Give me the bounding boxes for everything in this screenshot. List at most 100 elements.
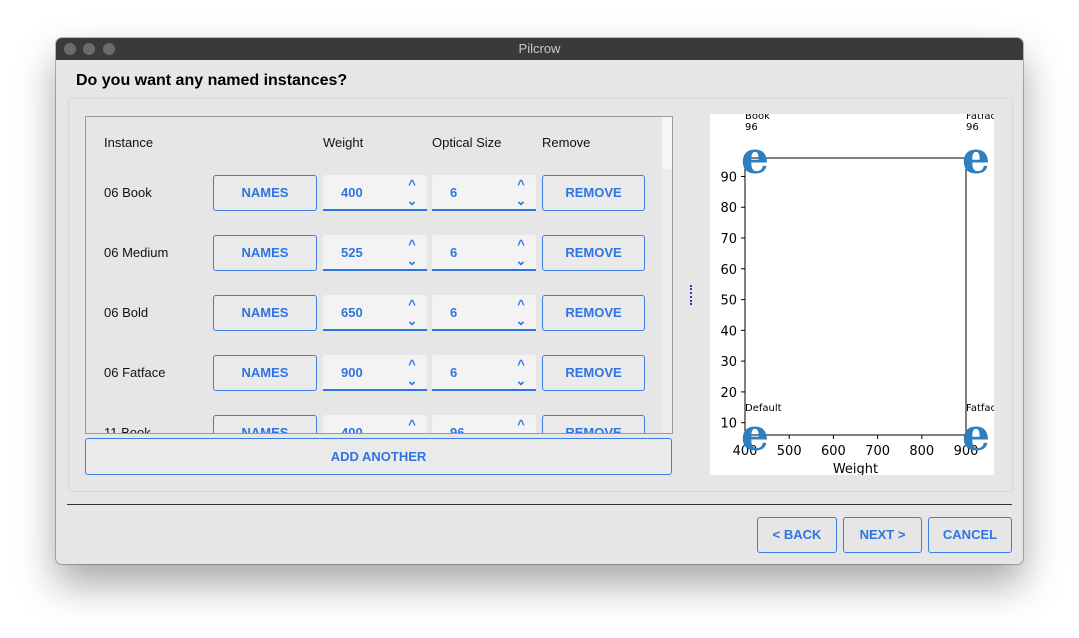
instance-name: 06 Bold [104, 305, 149, 320]
instances-list[interactable]: Instance Weight Optical Size Remove 06 B… [85, 116, 673, 434]
instance-row: 06 Book NAMES 400 ^ ⌄ 6 ^ ⌄ REMOVE [86, 175, 662, 211]
chevron-down-icon[interactable]: ⌄ [514, 374, 528, 388]
header-instance: Instance [104, 135, 154, 150]
x-tick-label: 600 [821, 444, 846, 459]
x-tick-label: 800 [909, 444, 934, 459]
weight-value: 400 [341, 425, 363, 434]
weight-spinbox[interactable]: 400 ^ ⌄ [323, 415, 427, 434]
chevron-up-icon[interactable]: ^ [405, 238, 419, 252]
chevron-up-icon[interactable]: ^ [405, 298, 419, 312]
instance-row: 06 Medium NAMES 525 ^ ⌄ 6 ^ ⌄ REMOVE [86, 235, 662, 271]
chevron-up-icon[interactable]: ^ [514, 298, 528, 312]
page-heading: Do you want any named instances? [76, 72, 348, 89]
header-remove: Remove [542, 135, 591, 150]
names-button[interactable]: NAMES [213, 295, 317, 331]
weight-spinbox[interactable]: 900 ^ ⌄ [323, 355, 427, 391]
weight-spinbox[interactable]: 400 ^ ⌄ [323, 175, 427, 211]
y-tick-label: 20 [720, 386, 737, 401]
optical-size-value: 6 [450, 365, 458, 380]
app-window: Pilcrow Do you want any named instances?… [56, 38, 1023, 564]
minimize-window-button[interactable] [83, 43, 95, 55]
weight-value: 400 [341, 185, 363, 200]
y-tick-label: 90 [720, 170, 737, 185]
x-tick-label: 700 [865, 444, 890, 459]
instance-name: 06 Fatface [104, 365, 166, 380]
point-label: Book [745, 114, 770, 122]
chevron-up-icon[interactable]: ^ [514, 418, 528, 432]
optical-size-spinbox[interactable]: 6 ^ ⌄ [432, 355, 536, 391]
cancel-button[interactable]: CANCEL [928, 517, 1012, 553]
next-button[interactable]: NEXT > [843, 517, 922, 553]
chevron-down-icon[interactable]: ⌄ [405, 374, 419, 388]
weight-value: 900 [341, 365, 363, 380]
weight-value: 650 [341, 305, 363, 320]
y-tick-label: 50 [720, 294, 737, 309]
header-weight: Weight [323, 135, 364, 150]
add-another-button[interactable]: ADD ANOTHER [85, 438, 672, 475]
chevron-up-icon[interactable]: ^ [405, 418, 419, 432]
chevron-down-icon[interactable]: ⌄ [514, 194, 528, 208]
remove-button[interactable]: REMOVE [542, 415, 645, 433]
optical-size-spinbox[interactable]: 6 ^ ⌄ [432, 175, 536, 211]
names-button[interactable]: NAMES [213, 355, 317, 391]
remove-button[interactable]: REMOVE [542, 295, 645, 331]
remove-button[interactable]: REMOVE [542, 175, 645, 211]
point-sublabel: 96 [966, 122, 979, 133]
optical-size-value: 6 [450, 185, 458, 200]
weight-spinbox[interactable]: 525 ^ ⌄ [323, 235, 427, 271]
vertical-scrollbar[interactable] [662, 117, 672, 433]
chevron-up-icon[interactable]: ^ [405, 178, 419, 192]
footer-divider [67, 504, 1012, 505]
chevron-up-icon[interactable]: ^ [514, 358, 528, 372]
instance-row: 11 Book NAMES 400 ^ ⌄ 96 ^ ⌄ REMOVE [86, 415, 662, 434]
instance-name: 06 Book [104, 185, 152, 200]
chevron-up-icon[interactable]: ^ [405, 358, 419, 372]
scrollbar-thumb[interactable] [662, 117, 672, 169]
chevron-down-icon[interactable]: ⌄ [514, 314, 528, 328]
instance-row: 06 Fatface NAMES 900 ^ ⌄ 6 ^ ⌄ REMOVE [86, 355, 662, 391]
y-tick-label: 60 [720, 263, 737, 278]
optical-size-spinbox[interactable]: 6 ^ ⌄ [432, 295, 536, 331]
window-title: Pilcrow [518, 41, 561, 56]
back-button[interactable]: < BACK [757, 517, 837, 553]
y-tick-label: 40 [720, 324, 737, 339]
point-label: Fatfac [966, 114, 994, 122]
optical-size-value: 6 [450, 245, 458, 260]
x-tick-label: 500 [777, 444, 802, 459]
names-button[interactable]: NAMES [213, 175, 317, 211]
weight-value: 525 [341, 245, 363, 260]
glyph-marker: e [741, 133, 769, 184]
optical-size-spinbox[interactable]: 6 ^ ⌄ [432, 235, 536, 271]
glyph-marker: e [962, 410, 990, 461]
glyph-marker: e [962, 133, 990, 184]
y-tick-label: 10 [720, 417, 737, 432]
remove-button[interactable]: REMOVE [542, 355, 645, 391]
chevron-down-icon[interactable]: ⌄ [405, 194, 419, 208]
y-tick-label: 80 [720, 201, 737, 216]
chevron-down-icon[interactable]: ⌄ [405, 314, 419, 328]
chevron-up-icon[interactable]: ^ [514, 178, 528, 192]
zoom-window-button[interactable] [103, 43, 115, 55]
y-tick-label: 30 [720, 355, 737, 370]
remove-button[interactable]: REMOVE [542, 235, 645, 271]
names-button[interactable]: NAMES [213, 235, 317, 271]
chevron-down-icon[interactable]: ⌄ [514, 254, 528, 268]
optical-size-value: 96 [450, 425, 465, 434]
close-window-button[interactable] [64, 43, 76, 55]
x-axis-label: Weight [833, 462, 878, 475]
instance-chart: 400 500 600 700 800 900 10 20 30 40 50 60 70 80 90 Weig… [710, 114, 994, 475]
splitter-handle[interactable] [690, 285, 694, 305]
optical-size-value: 6 [450, 305, 458, 320]
instance-name: 11 Book [104, 425, 151, 434]
optical-size-spinbox[interactable]: 96 ^ ⌄ [432, 415, 536, 434]
instance-name: 06 Medium [104, 245, 169, 260]
chevron-up-icon[interactable]: ^ [514, 238, 528, 252]
weight-spinbox[interactable]: 650 ^ ⌄ [323, 295, 427, 331]
plot-frame [744, 157, 967, 436]
point-sublabel: 96 [745, 122, 758, 133]
chevron-down-icon[interactable]: ⌄ [405, 254, 419, 268]
point-label: Fatfac [966, 403, 994, 414]
names-button[interactable]: NAMES [213, 415, 317, 433]
y-tick-label: 70 [720, 232, 737, 247]
instance-row: 06 Bold NAMES 650 ^ ⌄ 6 ^ ⌄ REMOVE [86, 295, 662, 331]
